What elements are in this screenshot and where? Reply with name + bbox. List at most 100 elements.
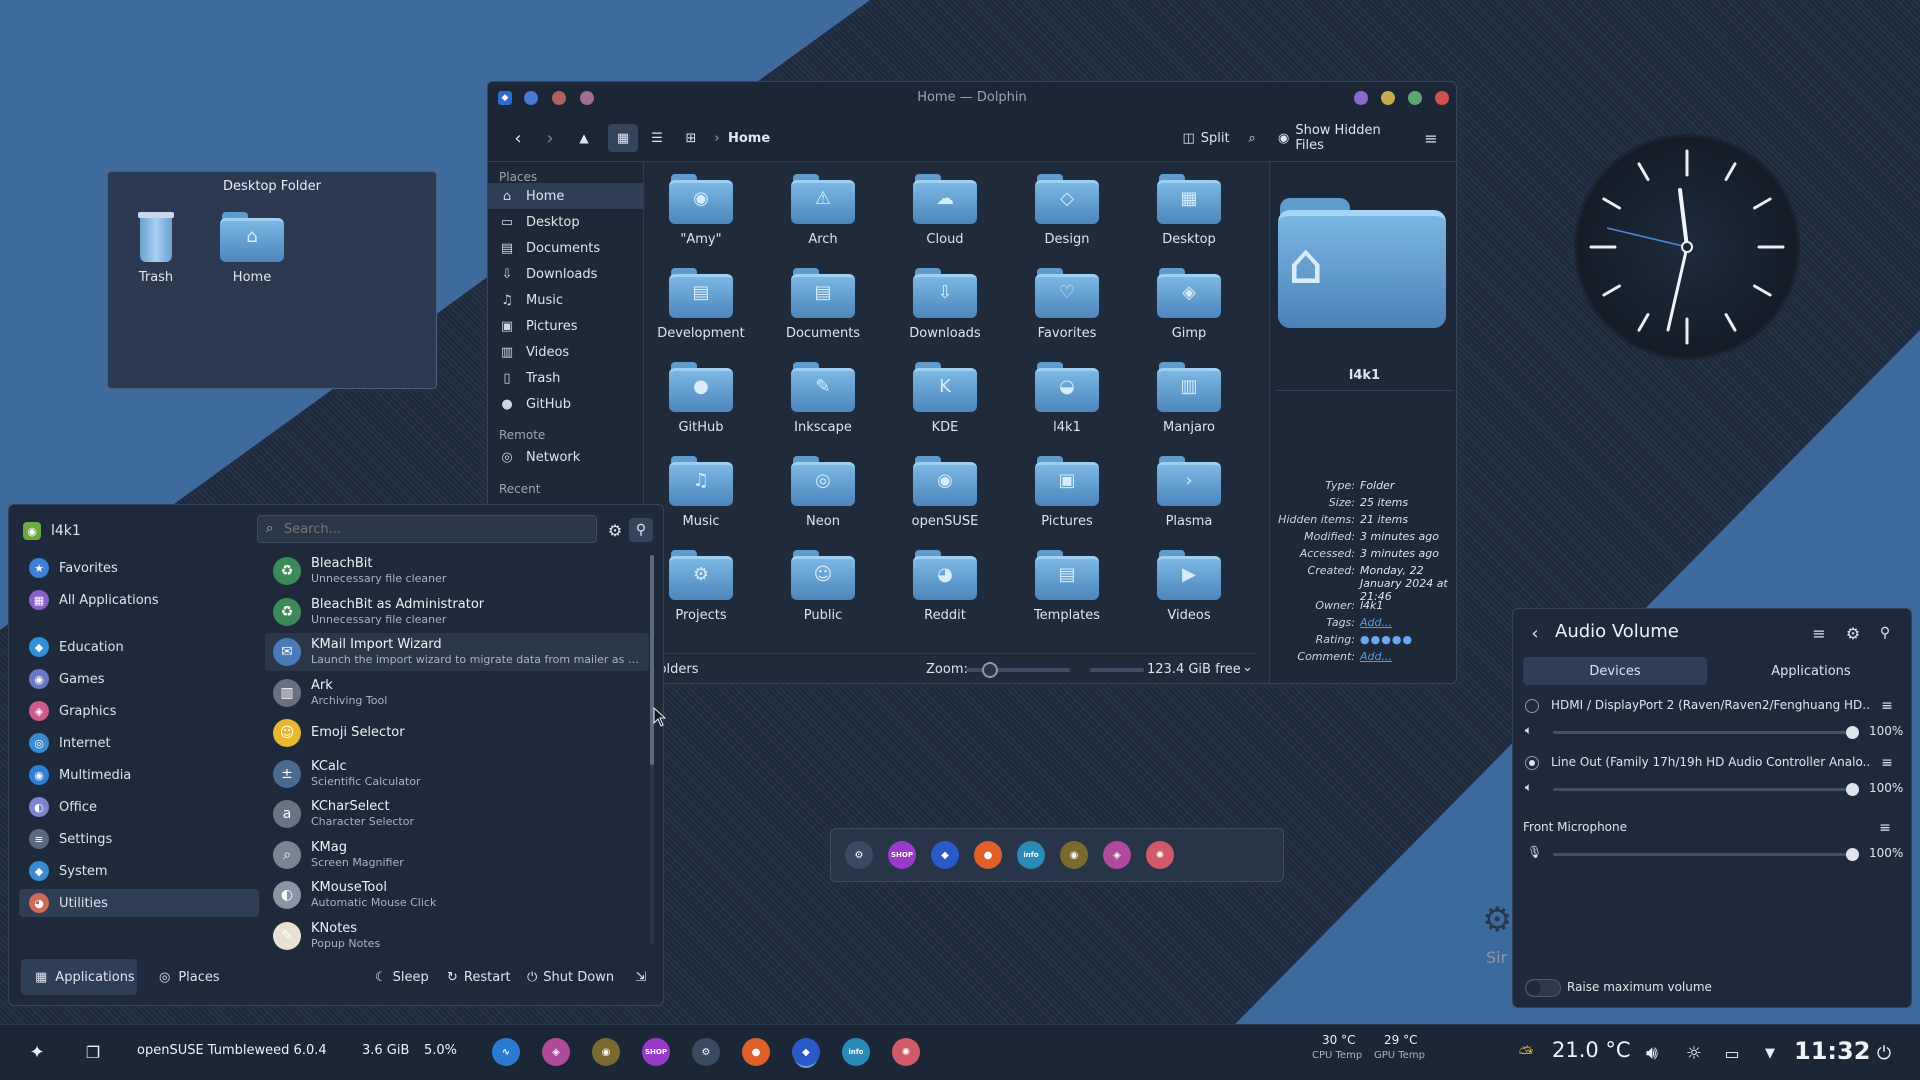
help-button[interactable] [1354,91,1368,105]
place-home[interactable]: ⌂ Home [488,183,644,209]
folder-item[interactable]: ⇩ Downloads [890,268,1000,341]
category-education[interactable]: ◆ Education [19,633,259,661]
up-icon[interactable]: ▲ [572,124,596,152]
gear-icon[interactable]: ⚙ [1841,621,1865,645]
category-settings[interactable]: ≡ Settings [19,825,259,853]
folder-item[interactable]: K KDE [890,362,1000,435]
minimize-button[interactable] [1381,91,1395,105]
search-input[interactable] [284,519,584,539]
star-icon[interactable]: ● [1381,633,1392,646]
place-pictures[interactable]: ▣ Pictures [488,313,644,339]
desktop-item-home[interactable]: ⌂ Home [212,208,292,285]
info-value[interactable]: Add... [1360,650,1456,663]
brightness-icon[interactable]: ☼ [1680,1039,1708,1067]
dock-dolphin-icon[interactable]: ◆ [931,841,959,869]
slider-handle[interactable] [1846,726,1859,739]
folder-item[interactable]: › Plasma [1134,456,1244,529]
task-settings-icon[interactable]: ⚙ [692,1038,720,1066]
category-all-applications[interactable]: ▦ All Applications [19,586,259,614]
close-button[interactable] [1435,91,1449,105]
device-menu-icon[interactable]: ≡ [1875,819,1895,837]
zoom-slider-handle[interactable] [982,662,998,678]
desktop-item-trash[interactable]: Trash [116,208,196,285]
sleep-button[interactable]: ☾ Sleep [375,959,439,995]
power-icon[interactable]: ⏻ [1870,1039,1898,1067]
category-internet[interactable]: ◎ Internet [19,729,259,757]
menu-icon[interactable]: ≡ [1807,621,1831,645]
place-documents[interactable]: ▤ Documents [488,235,644,261]
restart-button[interactable]: ↻ Restart [447,959,523,995]
hamburger-menu-icon[interactable]: ≡ [1418,124,1444,152]
folder-item[interactable]: ☁ Cloud [890,174,1000,247]
task-shop-icon[interactable]: SHOP [642,1038,670,1066]
dock-pinwheel-icon[interactable]: ✺ [1146,841,1174,869]
app-item[interactable]: ◐ KMouseTool Automatic Mouse Click [265,876,649,914]
folder-item[interactable]: ◎ Neon [768,456,878,529]
star-icon[interactable]: ● [1360,633,1371,646]
forward-icon[interactable]: › [538,124,562,152]
place-downloads[interactable]: ⇩ Downloads [488,261,644,287]
tray-expand-icon[interactable]: ▼ [1758,1039,1782,1067]
task-dolphin-icon[interactable]: ◆ [792,1038,820,1066]
info-value[interactable]: Add... [1360,616,1456,629]
app-item[interactable]: ✎ KNotes Popup Notes [265,917,649,955]
folder-item[interactable]: ▶ Videos [1134,550,1244,623]
app-item[interactable]: ☺ Emoji Selector [265,714,649,752]
details-view-icon[interactable]: ⊞ [676,124,706,152]
folder-item[interactable]: ● GitHub [646,362,756,435]
category-office[interactable]: ◐ Office [19,793,259,821]
slider-handle[interactable] [1846,848,1859,861]
app-item[interactable]: ♻ BleachBit Unnecessary file cleaner [265,552,649,590]
folder-item[interactable]: ◒ l4k1 [1012,362,1122,435]
launcher-menu-icon[interactable]: ✦ [24,1039,50,1065]
place-videos[interactable]: ▥ Videos [488,339,644,365]
folder-item[interactable]: ✎ Inkscape [768,362,878,435]
app-item[interactable]: a KCharSelect Character Selector [265,795,649,833]
title-bar[interactable]: ◆ Home — Dolphin [488,82,1456,114]
applications-tab[interactable]: ▦ Applications [21,959,137,995]
virtual-desktops-icon[interactable]: ❐ [80,1039,106,1065]
scrollbar-thumb[interactable] [650,555,654,765]
place-desktop[interactable]: ▭ Desktop [488,209,644,235]
app-item[interactable]: ⌕ KMag Screen Magnifier [265,836,649,874]
maximize-button[interactable] [1408,91,1422,105]
weather-icon[interactable]: ⛅︎ [1514,1041,1538,1065]
default-device-radio[interactable] [1525,699,1539,713]
volume-slider[interactable] [1553,783,1859,796]
dock-firefox-icon[interactable]: ● [974,841,1002,869]
folder-item[interactable]: ♡ Favorites [1012,268,1122,341]
speaker-icon[interactable]: 🔈︎ [1525,723,1532,738]
folder-item[interactable]: ▥ Manjaro [1134,362,1244,435]
folder-item[interactable]: ◇ Design [1012,174,1122,247]
folder-item[interactable]: ▤ Development [646,268,756,341]
category-multimedia[interactable]: ◉ Multimedia [19,761,259,789]
icons-view-icon[interactable]: ▦ [608,124,638,152]
app-item[interactable]: ▥ Ark Archiving Tool [265,674,649,712]
raise-volume-toggle[interactable] [1525,979,1561,997]
folder-item[interactable]: ▤ Templates [1012,550,1122,623]
folder-item[interactable]: ☺ Public [768,550,878,623]
star-icon[interactable]: ● [1402,633,1413,646]
task-system-monitor-icon[interactable]: ∿ [492,1038,520,1066]
app-list-scrollbar[interactable] [650,555,654,945]
places-tab[interactable]: ◎ Places [159,959,239,995]
tab-applications[interactable]: Applications [1719,657,1903,685]
compact-view-icon[interactable]: ☰ [642,124,672,152]
back-icon[interactable]: ‹ [506,124,530,152]
shutdown-button[interactable]: ⏻ Shut Down [527,959,621,995]
dock-settings-icon[interactable]: ⚙ [845,841,873,869]
display-icon[interactable]: ▭ [1718,1039,1746,1067]
folder-item[interactable]: ▤ Documents [768,268,878,341]
task-info-icon[interactable]: info [842,1038,870,1066]
leave-options-icon[interactable]: ⇲ [629,965,653,989]
folder-item[interactable]: ▦ Desktop [1134,174,1244,247]
tab-devices[interactable]: Devices [1523,657,1707,685]
app-item[interactable]: ✉ KMail Import Wizard Launch the import wi… [265,633,649,671]
pin-icon[interactable]: ⚲ [1873,621,1897,645]
place-music[interactable]: ♫ Music [488,287,644,313]
category-games[interactable]: ◉ Games [19,665,259,693]
folder-item[interactable]: ◈ Gimp [1134,268,1244,341]
search-icon[interactable]: ⌕ [1240,124,1264,152]
chevron-down-icon[interactable]: ⌄ [1242,660,1253,675]
breadcrumb-home[interactable]: Home [728,124,778,152]
